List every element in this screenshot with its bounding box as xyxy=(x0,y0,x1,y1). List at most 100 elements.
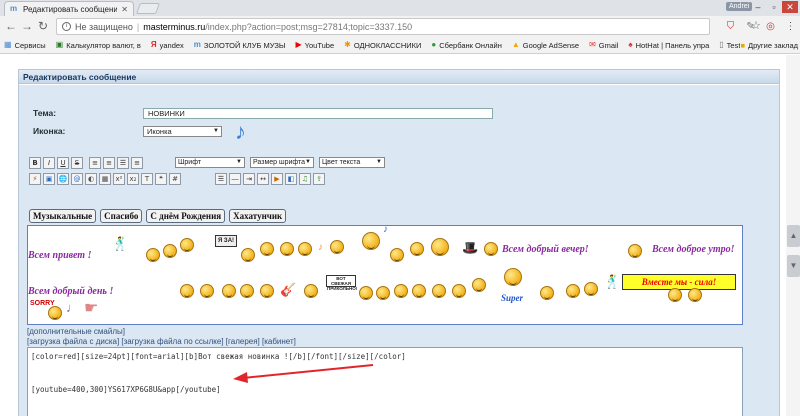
upload-links[interactable]: [загрузка файла с диска] [загрузка файла… xyxy=(27,337,296,346)
bookmark-item[interactable]: ▶ YouTube xyxy=(296,41,335,50)
smiley-face[interactable] xyxy=(180,238,194,252)
browser-tab-active[interactable]: m Редактировать сообщение ✕ xyxy=(4,1,134,16)
tab-close-icon[interactable]: ✕ xyxy=(121,5,128,14)
smiley-face[interactable] xyxy=(260,284,274,298)
smiley-face[interactable] xyxy=(410,242,424,256)
hr-button[interactable]: ― xyxy=(229,173,241,185)
icon-select[interactable]: Иконка ▼ xyxy=(143,126,222,137)
smiley-face[interactable] xyxy=(241,248,255,262)
smiley-face[interactable] xyxy=(240,284,254,298)
smiley-face[interactable] xyxy=(472,278,486,292)
ftp-button[interactable]: ◐ xyxy=(85,173,97,185)
info-icon[interactable]: i xyxy=(62,22,71,31)
smiley-sign-plate[interactable]: Я ЗА! xyxy=(215,235,237,247)
sup-button[interactable]: x² xyxy=(113,173,125,185)
omnibox[interactable]: i Не защищено | masterminus.ru/index.php… xyxy=(56,18,761,35)
smiley-lyre-icon[interactable]: ♩ xyxy=(66,300,79,315)
font-select[interactable]: Шрифт ▼ xyxy=(175,157,245,168)
forward-icon[interactable]: → xyxy=(20,19,34,33)
smiley-sign-plate[interactable]: ВОТ СВЕЖАЯ ПРИКОЛЬНО! xyxy=(326,275,357,291)
bookmark-item[interactable]: ✉ Gmail xyxy=(589,41,618,50)
bookmark-item[interactable]: ▯ Test xyxy=(719,41,740,50)
align-center-button[interactable]: ☰ xyxy=(117,157,129,169)
smiley-face[interactable] xyxy=(504,268,522,286)
bold-button[interactable]: B xyxy=(29,157,41,169)
code-button[interactable]: # xyxy=(169,173,181,185)
smiley-face[interactable] xyxy=(200,284,214,298)
scroll-down-button[interactable]: ▼ xyxy=(787,255,800,277)
bookmark-item[interactable]: ▣ Калькулятор валют, в xyxy=(56,41,141,50)
page-scrollbar[interactable]: ▲ ▼ xyxy=(786,55,800,416)
smiley-face[interactable] xyxy=(260,242,274,256)
smiley-face[interactable] xyxy=(484,242,498,256)
menu-icon[interactable]: ⋮ xyxy=(784,20,797,33)
extension-puzzle-icon[interactable]: ✎ xyxy=(744,20,757,33)
font-color-select[interactable]: Цвет текста ▼ xyxy=(319,157,385,168)
link-button[interactable]: 🌐 xyxy=(57,173,69,185)
quote-button[interactable]: ❝ xyxy=(155,173,167,185)
smiley-good-evening[interactable]: Всем добрый вечер! xyxy=(502,244,589,255)
smiley-face[interactable] xyxy=(452,284,466,298)
extension-shield-icon[interactable]: ⛉ xyxy=(724,20,737,33)
bookmark-item[interactable]: Яyandex xyxy=(151,41,184,50)
smiley-face[interactable] xyxy=(668,288,682,302)
smiley-face[interactable] xyxy=(412,284,426,298)
spoiler-button[interactable]: ◧ xyxy=(285,173,297,185)
upload-button[interactable]: ⇪ xyxy=(313,173,325,185)
maximize-button[interactable]: ▫ xyxy=(766,1,782,13)
smiley-face[interactable] xyxy=(359,286,373,300)
tt-button[interactable]: T xyxy=(141,173,153,185)
smiley-face[interactable] xyxy=(431,238,449,256)
italic-button[interactable]: I xyxy=(43,157,55,169)
indent-button[interactable]: ⇥ xyxy=(243,173,255,185)
list-button[interactable]: ☰ xyxy=(215,173,227,185)
bookmark-item[interactable]: ♠ HotHat | Панель упра xyxy=(628,41,709,50)
reload-icon[interactable]: ↻ xyxy=(36,19,50,33)
smiley-face[interactable] xyxy=(222,284,236,298)
smiley-good-morning[interactable]: Всем доброе утро! xyxy=(652,244,735,255)
smiley-face[interactable] xyxy=(432,284,446,298)
tab-thanks-smileys[interactable]: Спасибо xyxy=(100,209,143,223)
new-tab-button[interactable] xyxy=(135,3,161,14)
underline-button[interactable]: U xyxy=(57,157,69,169)
smiley-hat[interactable]: 🎩 xyxy=(462,240,478,256)
subject-input[interactable]: НОВИНКИ xyxy=(143,108,493,119)
youtube-button[interactable]: ▶ xyxy=(271,173,283,185)
tab-birthday-smileys[interactable]: С днём Рождения xyxy=(146,209,226,223)
smiley-face[interactable] xyxy=(304,284,318,298)
smiley-hello[interactable]: Всем привет ! xyxy=(28,250,91,261)
smiley-face[interactable] xyxy=(180,284,194,298)
move-button[interactable]: ↔ xyxy=(257,173,269,185)
smiley-face[interactable] xyxy=(298,242,312,256)
smiley-face[interactable] xyxy=(330,240,344,254)
email-button[interactable]: @ xyxy=(71,173,83,185)
security-label[interactable]: Не защищено xyxy=(75,22,133,32)
smiley-face[interactable] xyxy=(394,284,408,298)
smiley-face[interactable] xyxy=(566,284,580,298)
music-button[interactable]: ♫ xyxy=(299,173,311,185)
smiley-face[interactable] xyxy=(280,242,294,256)
smiley-face[interactable] xyxy=(48,306,62,320)
smiley-face[interactable] xyxy=(628,244,642,258)
smiley-dancer[interactable]: 🕺 xyxy=(112,236,128,252)
back-icon[interactable]: ← xyxy=(4,19,18,33)
minimize-button[interactable]: – xyxy=(750,1,766,13)
other-bookmarks[interactable]: ■ Другие заклад xyxy=(740,41,798,50)
bookmark-item[interactable]: m ЗОЛОТОЙ КЛУБ МУЗЫ xyxy=(194,41,286,50)
music-note-icon[interactable]: ♪ xyxy=(318,242,323,253)
smiley-hand-icon[interactable]: ☛ xyxy=(84,298,98,318)
smiley-guitar[interactable]: 🎸 xyxy=(280,282,296,298)
scroll-up-button[interactable]: ▲ xyxy=(787,225,800,247)
table-button[interactable]: ▦ xyxy=(99,173,111,185)
image-button[interactable]: ▣ xyxy=(43,173,55,185)
tab-laugh-smileys[interactable]: Хахатунчик xyxy=(229,209,287,223)
close-window-button[interactable]: ✕ xyxy=(782,1,798,13)
font-size-select[interactable]: Размер шрифта ▼ xyxy=(250,157,314,168)
smiley-banner[interactable]: Вместе мы - сила! xyxy=(622,274,736,290)
smiley-good-day[interactable]: Всем добрый день ! xyxy=(28,286,113,297)
sub-button[interactable]: x₂ xyxy=(127,173,139,185)
flash-button[interactable]: ⚡ xyxy=(29,173,41,185)
smiley-face[interactable] xyxy=(688,288,702,302)
url-text[interactable]: masterminus.ru/index.php?action=post;msg… xyxy=(143,22,412,32)
smiley-face[interactable] xyxy=(362,232,380,250)
